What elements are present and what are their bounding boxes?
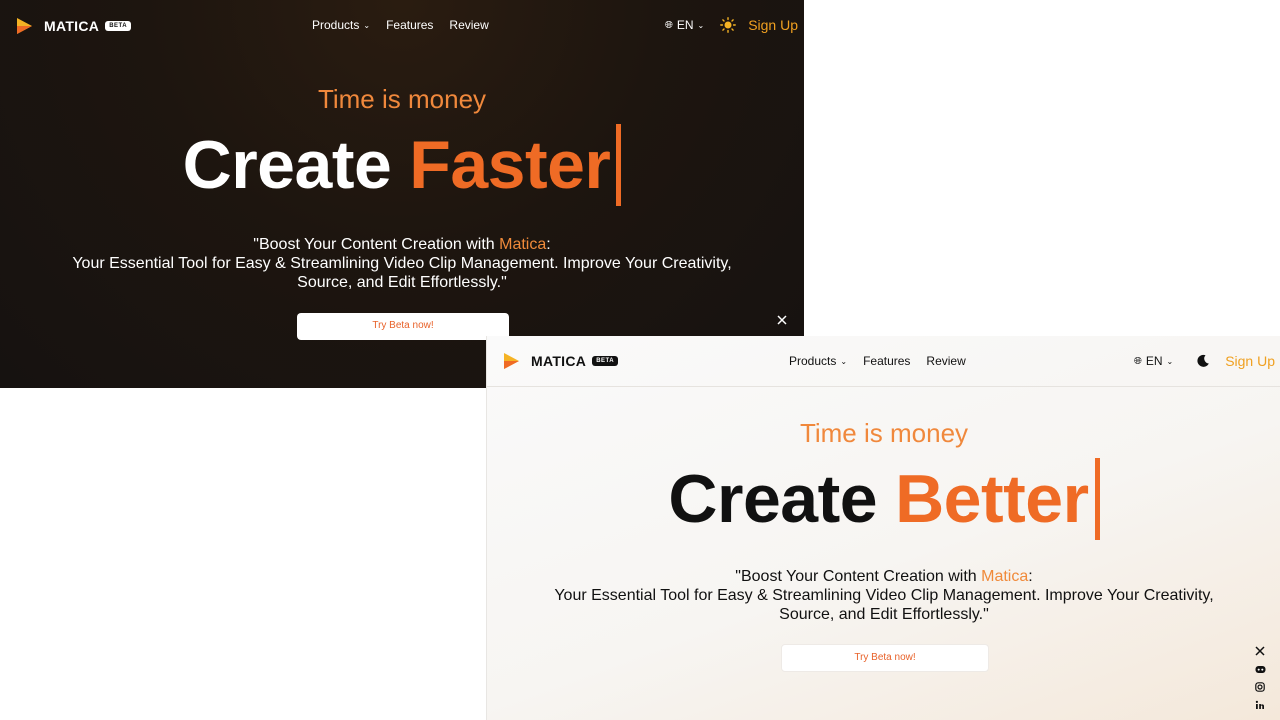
- headline-prefix: Create: [182, 127, 392, 203]
- tagline: Time is money: [317, 84, 487, 114]
- headline-word: Better: [895, 461, 1089, 537]
- description-line2: Your Essential Tool for Easy & Streamlin…: [554, 587, 1214, 604]
- try-beta-button[interactable]: Try Beta now!: [297, 313, 509, 340]
- theme-toggle[interactable]: [718, 15, 738, 35]
- description-brand: Matica: [981, 568, 1029, 585]
- light-theme-window: MATICA BETA Products ⌄ Features Review 🌐︎…: [486, 336, 1280, 720]
- nav-products[interactable]: Products ⌄: [312, 18, 370, 32]
- signup-link[interactable]: Sign Up: [1225, 353, 1275, 369]
- beta-badge: BETA: [592, 356, 619, 366]
- nav-features[interactable]: Features: [386, 18, 433, 32]
- language-label: EN: [1145, 354, 1163, 368]
- language-label: EN: [676, 18, 694, 32]
- description-line2: Your Essential Tool for Easy & Streamlin…: [72, 255, 732, 272]
- brand-name: MATICA: [531, 353, 587, 369]
- nav-products-label: Products: [312, 18, 360, 32]
- description-brand: Matica: [499, 236, 547, 253]
- headline: Create Better: [668, 458, 1100, 540]
- description-open: "Boost Your Content Creation with: [735, 568, 982, 585]
- chevron-down-icon: ⌄: [697, 20, 705, 30]
- globe-icon: 🌐︎: [664, 19, 673, 31]
- instagram-icon[interactable]: [1253, 680, 1267, 694]
- x-icon[interactable]: [775, 313, 789, 327]
- language-selector[interactable]: 🌐︎ EN ⌄: [1134, 354, 1173, 368]
- nav-features[interactable]: Features: [863, 354, 910, 368]
- logo[interactable]: MATICA BETA: [14, 16, 132, 36]
- nav-review[interactable]: Review: [449, 18, 488, 32]
- headline: Create Faster: [183, 124, 622, 206]
- top-nav: MATICA BETA Products ⌄ Features Review 🌐︎…: [0, 0, 804, 50]
- play-logo-icon: [17, 18, 32, 34]
- dark-theme-window: MATICA BETA Products ⌄ Features Review 🌐︎…: [0, 0, 804, 388]
- description-line3: Source, and Edit Effortlessly.": [297, 274, 507, 291]
- description-line3: Source, and Edit Effortlessly.": [779, 606, 989, 623]
- logo[interactable]: MATICA BETA: [501, 351, 619, 371]
- chevron-down-icon: ⌄: [840, 356, 848, 366]
- brand-name: MATICA: [44, 18, 100, 34]
- play-logo-icon: [504, 353, 519, 369]
- globe-icon: 🌐︎: [1133, 355, 1142, 367]
- moon-icon: [1197, 354, 1209, 367]
- theme-toggle[interactable]: [1193, 351, 1213, 371]
- nav-review[interactable]: Review: [926, 354, 965, 368]
- x-icon[interactable]: [1253, 644, 1267, 658]
- description-open: "Boost Your Content Creation with: [253, 236, 500, 253]
- sun-icon: [720, 17, 737, 33]
- top-nav: MATICA BETA Products ⌄ Features Review 🌐︎…: [487, 336, 1280, 387]
- description: "Boost Your Content Creation with Matica…: [487, 567, 1280, 624]
- typing-cursor: [1094, 458, 1100, 540]
- description-colon: :: [1028, 568, 1033, 585]
- description: "Boost Your Content Creation with Matica…: [0, 235, 804, 292]
- discord-icon[interactable]: [1253, 662, 1267, 676]
- linkedin-icon[interactable]: [1253, 698, 1267, 712]
- headline-prefix: Create: [668, 461, 878, 537]
- headline-word: Faster: [409, 127, 611, 203]
- try-beta-button[interactable]: Try Beta now!: [781, 644, 989, 672]
- description-colon: :: [546, 236, 551, 253]
- typing-cursor: [616, 124, 622, 206]
- chevron-down-icon: ⌄: [1166, 356, 1174, 366]
- beta-badge: BETA: [105, 21, 132, 31]
- language-selector[interactable]: 🌐︎ EN ⌄: [665, 18, 704, 32]
- nav-products[interactable]: Products ⌄: [789, 354, 847, 368]
- nav-products-label: Products: [789, 354, 837, 368]
- tagline: Time is money: [799, 418, 969, 448]
- signup-link[interactable]: Sign Up: [748, 17, 798, 33]
- chevron-down-icon: ⌄: [363, 20, 371, 30]
